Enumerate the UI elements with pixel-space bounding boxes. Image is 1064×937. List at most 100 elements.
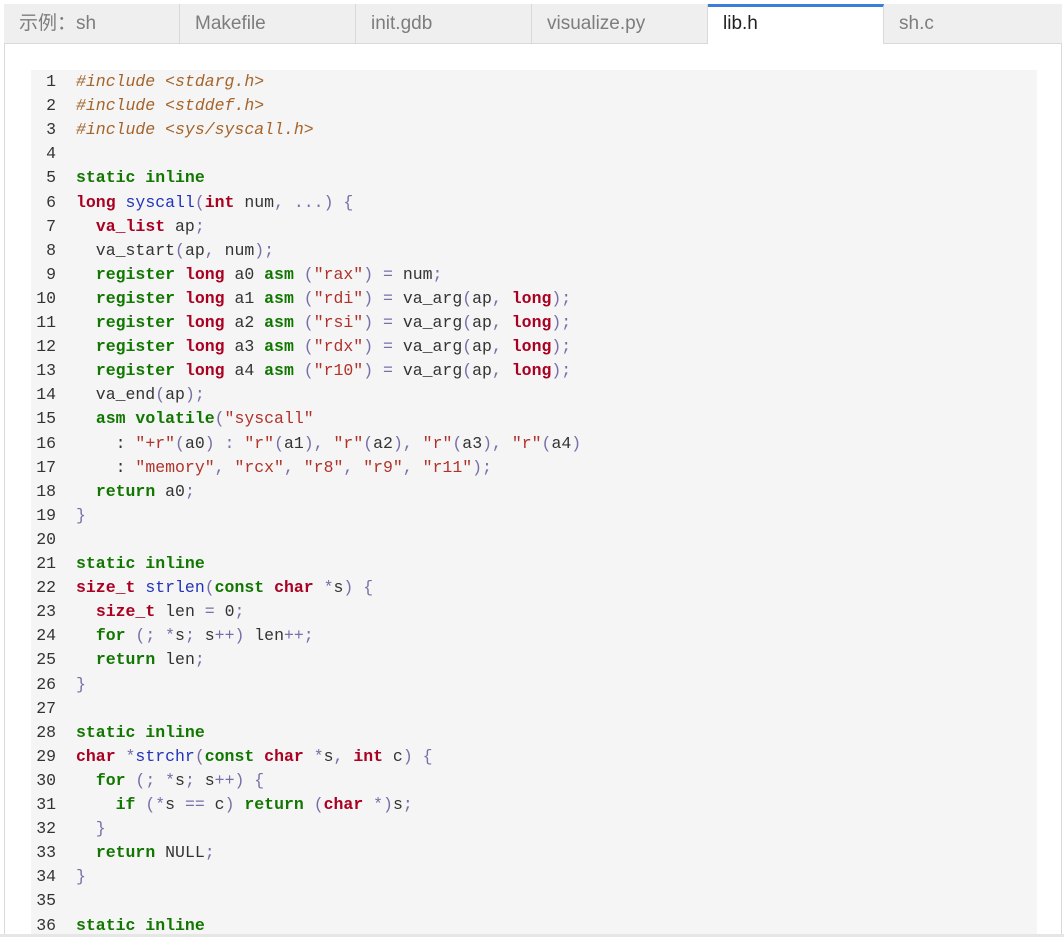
code-token: ,	[402, 457, 423, 477]
code-token: va_start	[76, 240, 176, 260]
code-token: return	[95, 843, 156, 863]
code-token: len	[254, 626, 284, 646]
code-token: "rsi"	[313, 313, 364, 332]
tab-makefile[interactable]: Makefile	[180, 4, 356, 43]
code-token: register	[95, 313, 176, 332]
code-token: long	[184, 288, 225, 308]
line-number: 8	[46, 240, 56, 260]
code-token: (	[462, 288, 473, 308]
code-line: 2 #include <stddef.h>	[31, 94, 1037, 118]
code-token: ),	[392, 433, 423, 453]
code-token: "rcx"	[234, 457, 284, 477]
code-line: 17 : "memory", "rcx", "r8", "r9", "r11")…	[31, 456, 1037, 480]
code-token: "syscall"	[224, 409, 314, 429]
line-number: 32	[36, 819, 56, 839]
code-token: strchr	[135, 746, 195, 766]
line-source: va_end(ap);	[76, 383, 205, 407]
code-line: 1 #include <stdarg.h>	[31, 70, 1037, 94]
line-number: 29	[36, 746, 56, 766]
code-line: 33 return NULL;	[31, 841, 1037, 865]
code-token: );	[551, 313, 572, 332]
tab-lib-h[interactable]: lib.h	[708, 4, 884, 44]
code-token: register	[95, 288, 176, 308]
code-token: "r11"	[422, 457, 473, 477]
code-token: const	[214, 578, 265, 598]
tab-example-sh[interactable]: 示例：sh	[4, 4, 180, 43]
code-token: (	[462, 313, 473, 332]
code-token: long	[511, 361, 552, 381]
line-source: : "memory", "rcx", "r8", "r9", "r11");	[76, 456, 492, 480]
code-token: s	[204, 770, 215, 790]
code-token: va_arg	[402, 361, 463, 381]
code-editor[interactable]: 1 #include <stdarg.h> 2 #include <stddef.h>…	[31, 70, 1037, 937]
code-token: "rdx"	[313, 337, 364, 357]
line-source: #include <stddef.h>	[76, 94, 264, 118]
code-token: s	[165, 795, 176, 814]
tab-visualize-py[interactable]: visualize.py	[532, 4, 708, 43]
code-token: *)	[363, 795, 393, 814]
line-source: char *strchr(const char *s, int c) {	[76, 745, 433, 769]
code-token: long	[511, 288, 552, 308]
code-token: asm	[264, 361, 294, 381]
code-line: 25 return len;	[31, 648, 1037, 672]
code-line: 34}	[31, 865, 1037, 889]
line-source: }	[76, 817, 106, 841]
code-token: :	[76, 457, 136, 477]
code-token: long	[184, 264, 225, 284]
file-tab-bar: 示例：sh Makefile init.gdb visualize.py lib…	[4, 4, 1062, 44]
line-number: 5	[46, 168, 56, 188]
code-token: ,	[343, 457, 364, 477]
code-token: #include <sys/syscall.h>	[76, 120, 314, 140]
code-token: a1	[283, 433, 304, 453]
code-line: 32 }	[31, 817, 1037, 841]
line-source: if (*s == c) return (char *)s;	[76, 793, 413, 817]
tab-sh-c[interactable]: sh.c	[884, 4, 1060, 43]
code-line: 15 asm volatile("syscall"	[31, 407, 1037, 431]
code-token: );	[472, 457, 492, 477]
code-token: ;	[204, 843, 215, 863]
code-token: va_end	[76, 385, 156, 405]
code-line: 24 for (; *s; s++) len++;	[31, 624, 1037, 648]
code-token: =	[204, 602, 225, 622]
code-token: s	[323, 746, 334, 766]
code-token: ;	[402, 795, 413, 814]
code-token: #include <stdarg.h>	[76, 72, 265, 91]
line-number: 21	[36, 554, 56, 573]
code-token: ,	[491, 361, 512, 381]
code-token: char	[264, 746, 304, 766]
line-number: 19	[36, 505, 56, 525]
code-token: (	[462, 337, 473, 357]
code-token: ;	[194, 650, 205, 670]
line-number: 25	[36, 650, 56, 670]
code-token: register	[95, 361, 176, 381]
code-token: return	[95, 650, 156, 670]
code-token: (	[214, 409, 225, 429]
code-token: 0	[224, 602, 235, 622]
tab-init-gdb[interactable]: init.gdb	[356, 4, 532, 43]
line-source: register long a4 asm ("r10") = va_arg(ap…	[76, 359, 571, 383]
code-token: (	[303, 795, 324, 814]
code-token: ;	[184, 626, 205, 646]
code-token: asm	[264, 337, 294, 357]
code-token: len	[155, 650, 195, 670]
code-token: static inline	[76, 722, 205, 742]
code-token: ap	[472, 313, 492, 332]
code-token: len	[155, 602, 205, 622]
code-token: "rdi"	[313, 288, 364, 308]
code-token: *	[313, 746, 324, 766]
code-token: (	[194, 192, 205, 212]
line-source: : "+r"(a0) : "r"(a1), "r"(a2), "r"(a3), …	[76, 432, 582, 456]
code-token: a2	[224, 313, 265, 332]
code-token: return	[244, 795, 304, 814]
code-token: (	[293, 288, 314, 308]
code-token: ,	[491, 313, 512, 332]
code-token: ),	[482, 433, 512, 453]
code-token: ) =	[363, 313, 403, 332]
